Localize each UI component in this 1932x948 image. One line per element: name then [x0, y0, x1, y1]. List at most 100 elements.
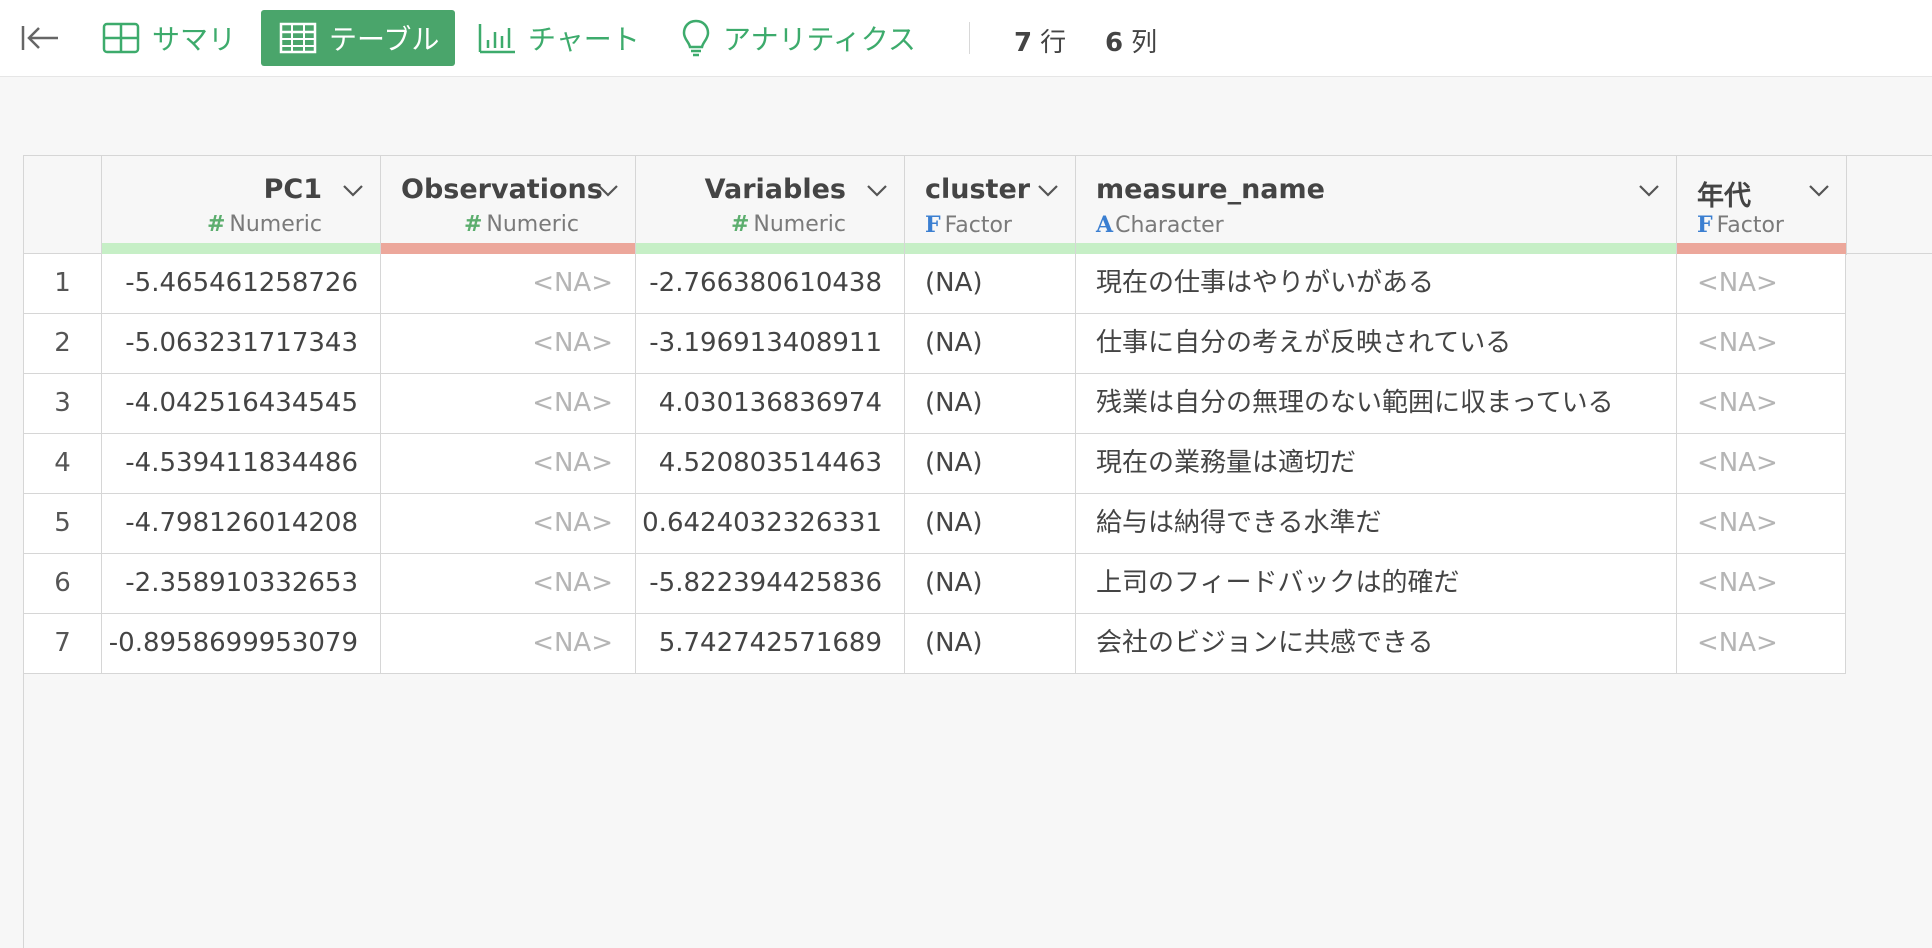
cell-variables[interactable]: -5.822394425836 — [636, 554, 905, 613]
row-count-unit: 行 — [1040, 28, 1067, 58]
cell-variables[interactable]: -2.766380610438 — [636, 254, 905, 313]
column-type-label: Numeric — [229, 212, 322, 237]
row-count: 7行 — [1014, 22, 1066, 59]
cell-age-group[interactable]: <NA> — [1677, 254, 1846, 313]
cell-observations[interactable]: <NA> — [381, 254, 636, 313]
column-quality-bar — [102, 243, 380, 254]
chevron-down-icon[interactable] — [1808, 184, 1830, 198]
cell-measure-name[interactable]: 会社のビジョンに共感できる — [1076, 614, 1677, 673]
row-number: 5 — [24, 494, 102, 553]
column-type: F Factor — [925, 212, 1012, 238]
grid-icon — [102, 22, 140, 54]
factor-type-icon: F — [925, 212, 941, 238]
cell-pc1[interactable]: -4.798126014208 — [102, 494, 381, 553]
tab-analytics[interactable]: アナリティクス — [681, 10, 916, 66]
column-header-pc1[interactable]: PC1 # Numeric — [102, 156, 381, 255]
cell-age-group[interactable]: <NA> — [1677, 614, 1846, 673]
cell-age-group[interactable]: <NA> — [1677, 434, 1846, 493]
column-header-cluster[interactable]: cluster F Factor — [905, 156, 1076, 255]
cell-age-group[interactable]: <NA> — [1677, 374, 1846, 433]
column-header-age-group[interactable]: 年代 F Factor — [1677, 156, 1847, 255]
row-number: 4 — [24, 434, 102, 493]
cell-pc1[interactable]: -4.042516434545 — [102, 374, 381, 433]
chevron-down-icon[interactable] — [1037, 184, 1059, 198]
column-type-label: Factor — [1716, 213, 1784, 238]
tab-analytics-label: アナリティクス — [723, 23, 916, 56]
chevron-down-icon[interactable] — [342, 184, 364, 198]
tab-summary[interactable]: サマリ — [102, 10, 236, 66]
cell-cluster[interactable]: (NA) — [905, 374, 1076, 433]
row-number: 2 — [24, 314, 102, 373]
lightbulb-icon — [682, 19, 710, 57]
table-icon — [279, 22, 317, 54]
column-type: # Numeric — [207, 212, 322, 237]
cell-cluster[interactable]: (NA) — [905, 314, 1076, 373]
column-type-label: Character — [1115, 213, 1224, 238]
table-row[interactable]: 3 -4.042516434545 <NA> 4.030136836974 (N… — [24, 374, 1846, 434]
cell-variables[interactable]: 4.030136836974 — [636, 374, 905, 433]
cell-measure-name[interactable]: 現在の業務量は適切だ — [1076, 434, 1677, 493]
cell-pc1[interactable]: -4.539411834486 — [102, 434, 381, 493]
cell-variables[interactable]: 0.6424032326331 — [636, 494, 905, 553]
cell-measure-name[interactable]: 上司のフィードバックは的確だ — [1076, 554, 1677, 613]
cell-variables[interactable]: 5.742742571689 — [636, 614, 905, 673]
column-quality-bar — [905, 243, 1075, 254]
numeric-type-icon: # — [730, 212, 750, 237]
cell-cluster[interactable]: (NA) — [905, 494, 1076, 553]
tab-table[interactable]: テーブル — [261, 10, 455, 66]
cell-cluster[interactable]: (NA) — [905, 254, 1076, 313]
cell-measure-name[interactable]: 給与は納得できる水準だ — [1076, 494, 1677, 553]
factor-type-icon: F — [1697, 212, 1713, 238]
row-number: 7 — [24, 614, 102, 673]
cell-observations[interactable]: <NA> — [381, 434, 636, 493]
column-name: 年代 — [1697, 181, 1751, 212]
cell-age-group[interactable]: <NA> — [1677, 554, 1846, 613]
cell-observations[interactable]: <NA> — [381, 614, 636, 673]
cell-observations[interactable]: <NA> — [381, 314, 636, 373]
cell-cluster[interactable]: (NA) — [905, 554, 1076, 613]
tab-chart-label: チャート — [528, 23, 640, 56]
arrow-left-bar-icon — [21, 26, 58, 50]
table-row[interactable]: 6 -2.358910332653 <NA> -5.822394425836 (… — [24, 554, 1846, 614]
cell-pc1[interactable]: -0.8958699953079 — [102, 614, 381, 673]
cell-cluster[interactable]: (NA) — [905, 434, 1076, 493]
cell-observations[interactable]: <NA> — [381, 374, 636, 433]
column-quality-bar — [1076, 243, 1676, 254]
cell-observations[interactable]: <NA> — [381, 554, 636, 613]
cell-variables[interactable]: 4.520803514463 — [636, 434, 905, 493]
cell-variables[interactable]: -3.196913408911 — [636, 314, 905, 373]
cell-age-group[interactable]: <NA> — [1677, 494, 1846, 553]
column-header-observations[interactable]: Observations # Numeric — [381, 156, 636, 255]
column-type-label: Numeric — [753, 212, 846, 237]
column-quality-bar — [1677, 243, 1846, 254]
bar-chart-icon — [478, 24, 515, 54]
column-name: PC1 — [263, 174, 322, 205]
row-number: 6 — [24, 554, 102, 613]
column-count: 6列 — [1105, 22, 1157, 59]
chevron-down-icon[interactable] — [866, 184, 888, 198]
table-row[interactable]: 1 -5.465461258726 <NA> -2.766380610438 (… — [24, 254, 1846, 314]
cell-pc1[interactable]: -5.465461258726 — [102, 254, 381, 313]
data-table: PC1 # Numeric Observations # Numeric Varia… — [23, 155, 1932, 948]
column-quality-bar — [636, 243, 904, 254]
cell-pc1[interactable]: -2.358910332653 — [102, 554, 381, 613]
table-row[interactable]: 7 -0.8958699953079 <NA> 5.742742571689 (… — [24, 614, 1846, 674]
cell-measure-name[interactable]: 仕事に自分の考えが反映されている — [1076, 314, 1677, 373]
column-header-measure-name[interactable]: measure_name ACharacter — [1076, 156, 1677, 255]
toolbar-divider — [969, 22, 970, 54]
column-header-variables[interactable]: Variables # Numeric — [636, 156, 905, 255]
table-header: PC1 # Numeric Observations # Numeric Varia… — [24, 155, 1932, 255]
tab-chart[interactable]: チャート — [478, 10, 640, 66]
cell-observations[interactable]: <NA> — [381, 494, 636, 553]
table-row[interactable]: 5 -4.798126014208 <NA> 0.6424032326331 (… — [24, 494, 1846, 554]
collapse-back-button[interactable] — [20, 20, 60, 56]
cell-cluster[interactable]: (NA) — [905, 614, 1076, 673]
table-row[interactable]: 2 -5.063231717343 <NA> -3.196913408911 (… — [24, 314, 1846, 374]
cell-measure-name[interactable]: 残業は自分の無理のない範囲に収まっている — [1076, 374, 1677, 433]
chevron-down-icon[interactable] — [1638, 184, 1660, 198]
chevron-down-icon[interactable] — [597, 184, 619, 198]
cell-age-group[interactable]: <NA> — [1677, 314, 1846, 373]
cell-measure-name[interactable]: 現在の仕事はやりがいがある — [1076, 254, 1677, 313]
cell-pc1[interactable]: -5.063231717343 — [102, 314, 381, 373]
table-row[interactable]: 4 -4.539411834486 <NA> 4.520803514463 (N… — [24, 434, 1846, 494]
